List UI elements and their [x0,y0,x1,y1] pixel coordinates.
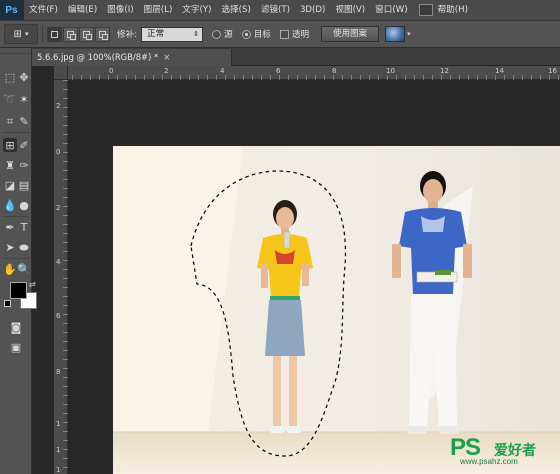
lasso-tool-icon[interactable]: ➰ [3,92,17,106]
gradient-tool-icon[interactable]: ▤ [17,178,31,192]
clone-stamp-icon[interactable]: ♜ [3,158,17,172]
move-tool-icon[interactable]: ✥ [17,70,31,84]
menu-edit[interactable]: 编辑(E) [63,0,102,20]
toolbox-divider [3,216,29,217]
ruler-label: 8 [56,368,61,376]
zoom-tool-icon[interactable]: 🔍 [17,262,31,276]
pattern-picker[interactable] [385,26,406,42]
separator [42,25,43,43]
ruler-label: 4 [220,67,225,75]
watermark: PS 爱好者 www.psahz.com [450,434,554,468]
menu-filter[interactable]: 滤镜(T) [256,0,295,20]
ruler-label: 2 [56,102,61,110]
add-to-selection-button[interactable] [63,26,78,42]
ruler-label: 16 [548,67,557,75]
ruler-label: 0 [109,67,114,75]
patch-mode-value: 正常 [147,28,165,39]
ruler-label: 2 [56,204,61,212]
magic-wand-icon[interactable]: ✶ [17,92,31,106]
source-label: 源 [224,30,233,40]
menu-view[interactable]: 视图(V) [330,0,370,20]
options-bar: ⊞ ▾ 修补: 正常 ⇕ 源 目标 透明 使用图案 ▾ [0,20,560,48]
patch-tool-icon[interactable]: ⊞ [3,138,17,152]
crop-tool-icon[interactable]: ⌗ [3,114,17,128]
ruler-label: 2 [164,67,169,75]
dodge-tool-icon[interactable]: ● [17,198,31,212]
vertical-ruler: 2 0 2 4 6 8 1 1 1 [54,80,68,474]
document-tab-bar: 5.6.6.jpg @ 100%(RGB/8#) * × [32,48,560,66]
transparent-label: 透明 [291,30,310,40]
type-tool-icon[interactable]: T [17,220,31,234]
blur-tool-icon[interactable]: 💧 [3,198,17,212]
ruler-label: 1 [56,420,61,428]
horizontal-ruler: 0 2 4 6 8 10 12 14 16 [54,66,560,80]
ruler-label: 0 [56,148,61,156]
ruler-corner[interactable] [54,66,68,80]
pen-tool-icon[interactable]: ✒ [3,220,17,234]
patch-mode-select[interactable]: 正常 ⇕ [141,26,204,42]
transparent-checkbox[interactable] [279,29,289,39]
workspace-switcher-button[interactable] [418,4,433,16]
photoshop-logo: Ps [0,0,24,20]
brush-tool-icon[interactable]: ✐ [17,138,31,152]
select-arrows-icon: ⇕ [193,29,200,38]
ruler-label: 1 [56,466,61,474]
pattern-dropdown-icon[interactable]: ▾ [407,30,411,38]
toolbox-divider [3,258,29,259]
ruler-label: 14 [495,67,504,75]
path-selection-icon[interactable]: ➤ [3,240,17,254]
menu-file[interactable]: 文件(F) [24,0,63,20]
screen-mode-icon[interactable]: ▣ [9,340,23,354]
menu-select[interactable]: 选择(S) [216,0,255,20]
patch-label: 修补: [117,30,138,40]
ruler-label: 1 [56,446,61,454]
new-selection-button[interactable] [47,26,62,42]
toolbox-grip[interactable] [0,48,31,54]
rectangular-marquee-icon[interactable]: ⬚ [3,70,17,84]
history-brush-icon[interactable]: ✑ [17,158,31,172]
patch-tool-icon: ⊞ [13,28,22,40]
subtract-from-selection-button[interactable] [79,26,94,42]
watermark-url: www.psahz.com [460,457,518,466]
target-radio[interactable] [241,29,251,39]
foreground-color-swatch[interactable] [10,282,27,299]
menu-type[interactable]: 文字(Y) [177,0,216,20]
photo-illustration [113,146,560,474]
eyedropper-icon[interactable]: ✎ [17,114,31,128]
tool-preset-picker[interactable]: ⊞ ▾ [4,24,38,44]
ruler-label: 6 [56,312,61,320]
toolbox-divider [3,132,29,133]
eraser-tool-icon[interactable]: ◪ [3,178,17,192]
ruler-label: 4 [56,258,61,266]
menu-layer[interactable]: 图层(L) [139,0,178,20]
use-pattern-button[interactable]: 使用图案 [321,26,380,42]
intersect-selection-button[interactable] [95,26,110,42]
ellipse-tool-icon[interactable]: ⬬ [17,240,31,254]
hand-tool-icon[interactable]: ✋ [3,262,17,276]
swap-colors-icon[interactable]: ⇄ [29,280,36,289]
ruler-label: 10 [386,67,395,75]
menu-image[interactable]: 图像(I) [102,0,138,20]
default-colors-icon[interactable] [4,300,11,307]
menu-3d[interactable]: 3D(D) [295,0,330,20]
quick-mask-icon[interactable]: ◙ [9,320,23,334]
document-tab-title: 5.6.6.jpg @ 100%(RGB/8#) * [37,52,159,62]
menu-help[interactable]: 帮助(H) [433,0,473,20]
ruler-label: 12 [440,67,449,75]
source-radio[interactable] [212,29,222,39]
ruler-label: 8 [332,67,337,75]
document-tab[interactable]: 5.6.6.jpg @ 100%(RGB/8#) * × [32,49,232,66]
target-label: 目标 [253,30,271,40]
ruler-label: 6 [276,67,281,75]
dropdown-arrow-icon: ▾ [24,30,29,38]
toolbox: ⬚ ✥ ➰ ✶ ⌗ ✎ ⊞ ✐ ♜ ✑ ◪ ▤ 💧 ● ✒ T ➤ ⬬ ✋ 🔍 … [0,48,37,474]
close-icon[interactable]: × [163,52,170,62]
menu-bar: Ps 文件(F) 编辑(E) 图像(I) 图层(L) 文字(Y) 选择(S) 滤… [0,0,560,20]
document-image[interactable]: PS 爱好者 www.psahz.com [113,146,560,474]
menu-window[interactable]: 窗口(W) [370,0,412,20]
canvas-workspace[interactable]: PS 爱好者 www.psahz.com [68,80,560,474]
